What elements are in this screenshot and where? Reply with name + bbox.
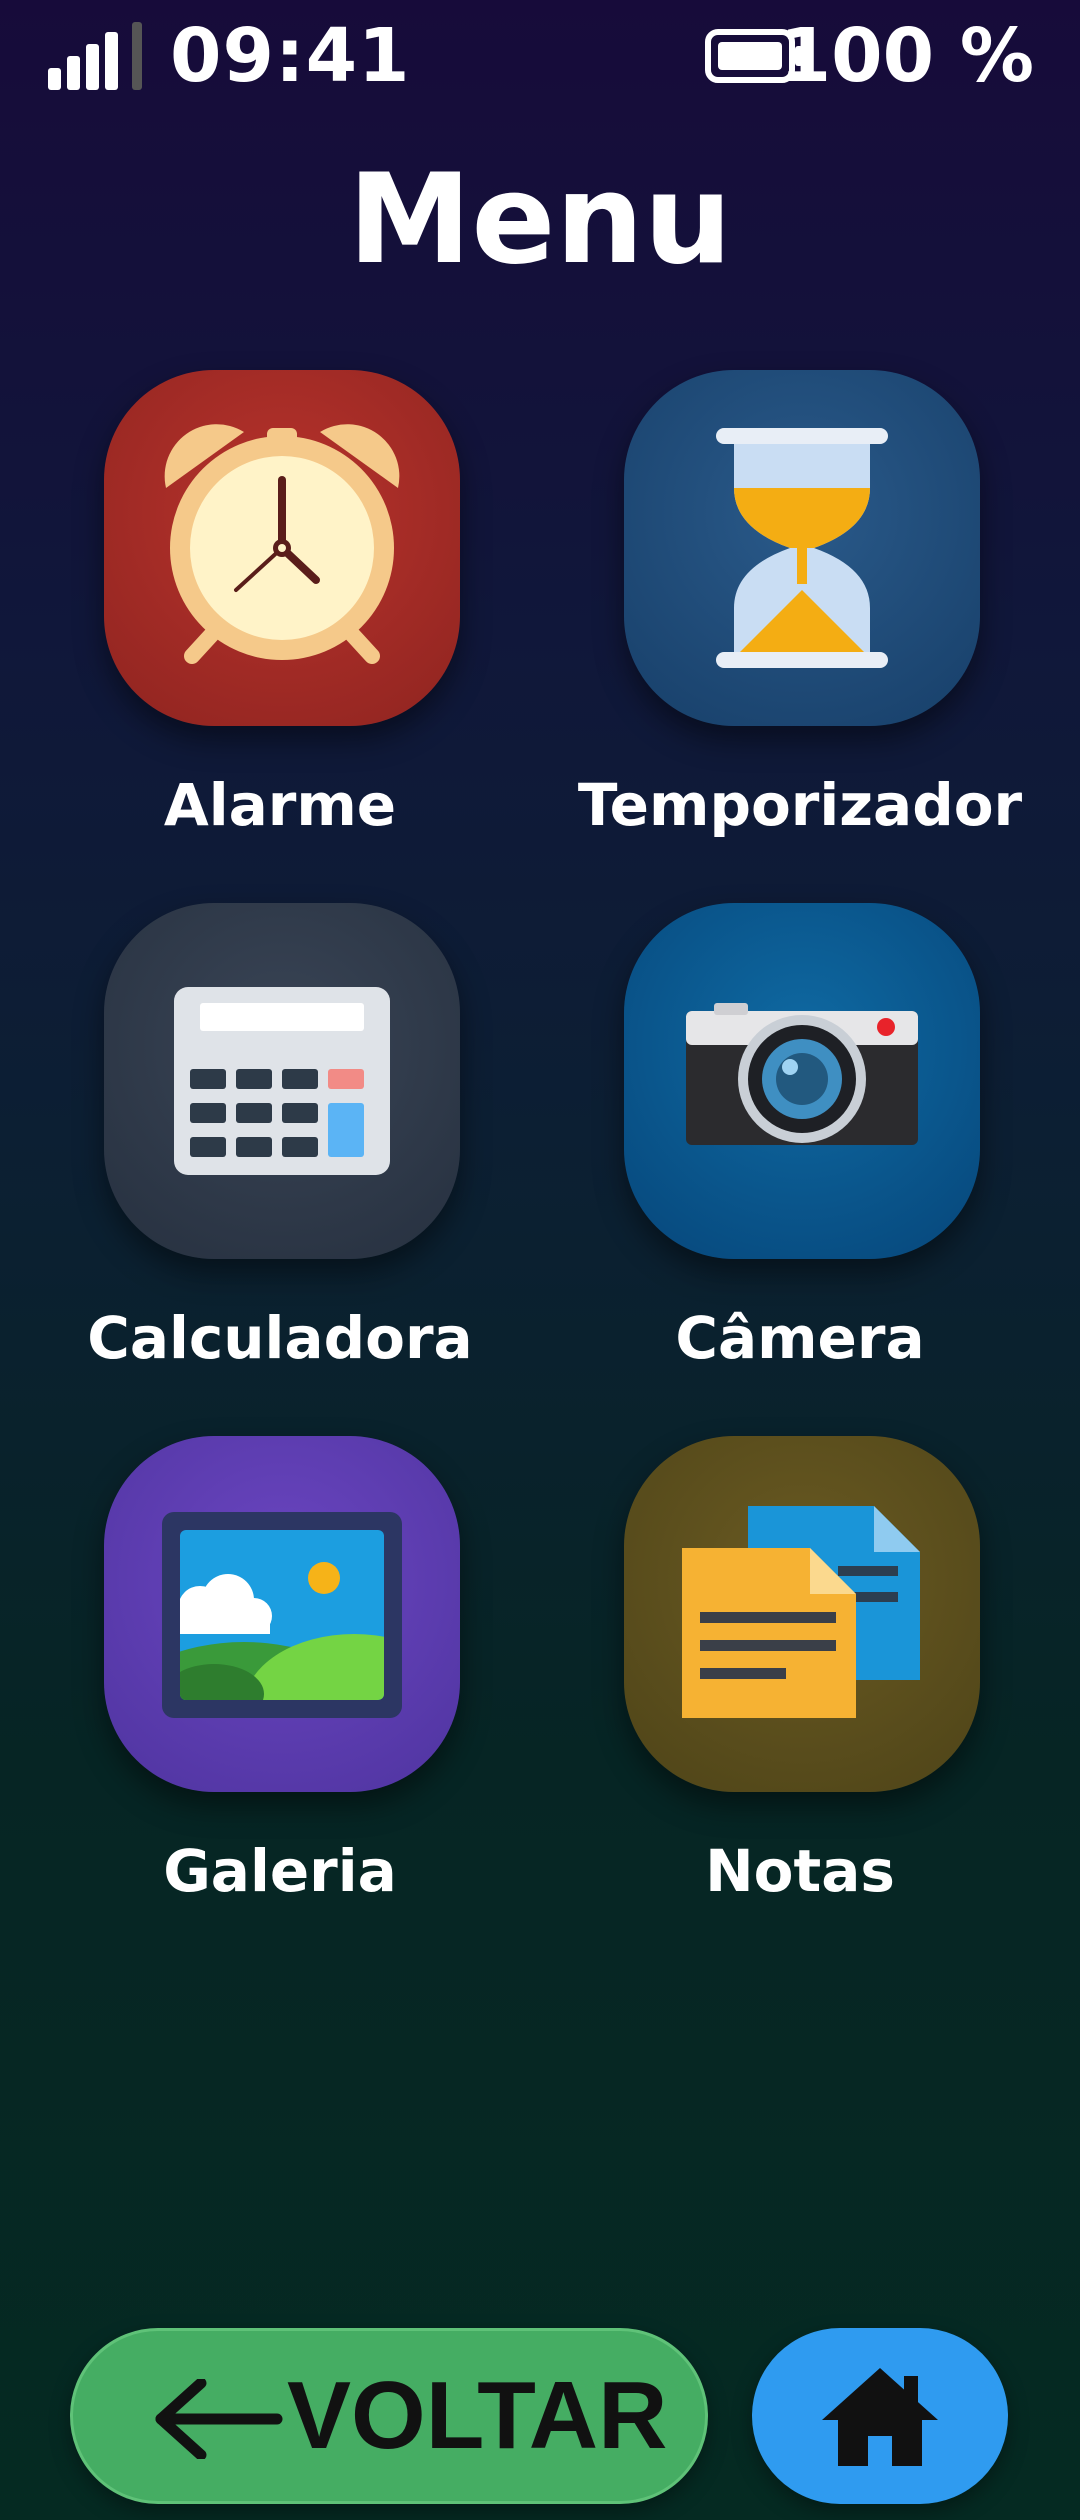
app-temporizador[interactable]: Temporizador: [540, 370, 1060, 870]
app-tile-camera[interactable]: [624, 903, 980, 1259]
alarm-clock-icon: [164, 424, 400, 664]
camera-icon: [686, 1003, 918, 1145]
app-label-temporizador: Temporizador: [577, 771, 1023, 839]
back-button[interactable]: VOLTAR: [70, 2328, 708, 2504]
app-tile-notas[interactable]: [624, 1436, 980, 1792]
page-title: Menu: [347, 148, 733, 292]
home-icon: [822, 2368, 938, 2466]
calculator-icon: [174, 987, 390, 1175]
app-label-camera: Câmera: [675, 1304, 925, 1372]
app-label-notas: Notas: [705, 1837, 895, 1905]
back-button-label: VOLTAR: [287, 2362, 668, 2469]
app-label-alarme: Alarme: [163, 771, 397, 839]
gallery-icon: [162, 1512, 402, 1718]
app-label-galeria: Galeria: [163, 1837, 397, 1905]
app-galeria[interactable]: Galeria: [20, 1436, 540, 1936]
battery-level: 100 %: [779, 13, 1034, 99]
app-tile-galeria[interactable]: [104, 1436, 460, 1792]
app-notas[interactable]: Notas: [540, 1436, 1060, 1936]
home-button[interactable]: [752, 2328, 1008, 2504]
app-label-calculadora: Calculadora: [87, 1304, 473, 1372]
status-time: 09:41: [170, 13, 411, 99]
app-alarme[interactable]: Alarme: [20, 370, 540, 870]
app-camera[interactable]: Câmera: [540, 903, 1060, 1403]
signal-icon: [48, 22, 142, 90]
notes-icon: [682, 1506, 920, 1718]
app-tile-temporizador[interactable]: [624, 370, 980, 726]
arrow-left-icon: [155, 2379, 283, 2459]
hourglass-icon: [716, 428, 888, 668]
app-calculadora[interactable]: Calculadora: [20, 903, 540, 1403]
app-tile-calculadora[interactable]: [104, 903, 460, 1259]
app-tile-alarme[interactable]: [104, 370, 460, 726]
status-bar: 09:41 100 %: [0, 0, 1080, 110]
